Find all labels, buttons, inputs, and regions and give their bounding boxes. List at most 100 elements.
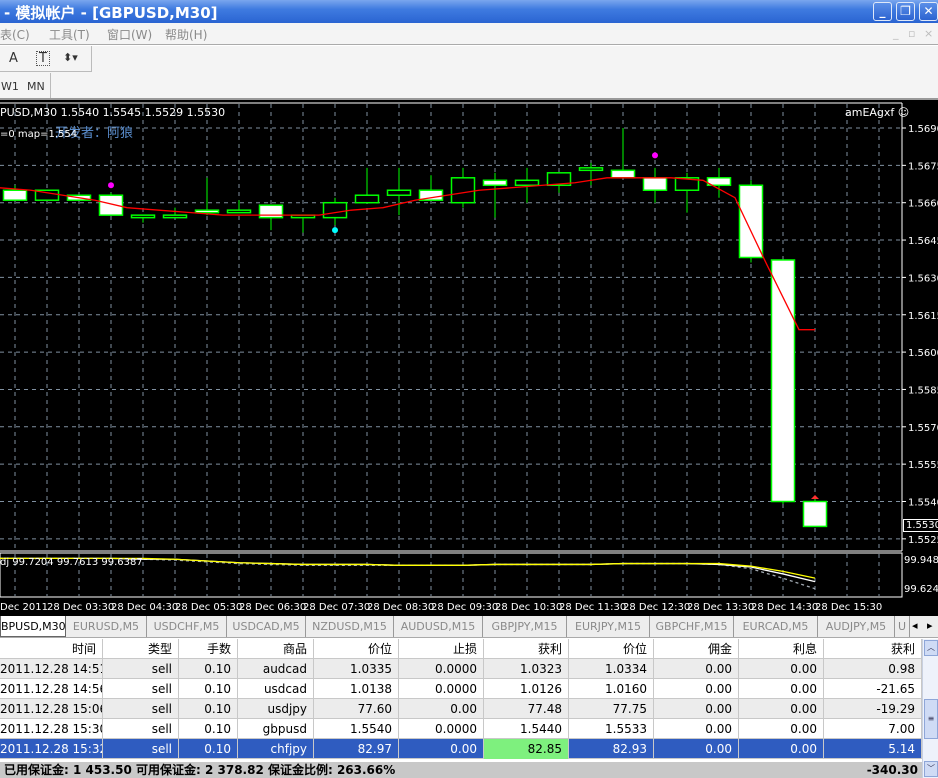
bear-candle bbox=[2, 189, 28, 201]
text-label-tool-button[interactable]: T bbox=[36, 51, 50, 66]
table-row[interactable]: 2011.12.28 14:56 sell 0.10 usdcad 1.0138 0.00… bbox=[0, 679, 922, 699]
table-cell: 1.0160 bbox=[569, 679, 654, 699]
table-cell: 0.00 bbox=[739, 679, 824, 699]
price-tick-label: 1.5540 bbox=[908, 498, 938, 509]
chart-tab[interactable]: EURJPY,M15 bbox=[567, 616, 650, 637]
bull-candle bbox=[578, 167, 604, 172]
table-cell: 82.97 bbox=[314, 739, 399, 759]
table-cell: 0.10 bbox=[179, 699, 238, 719]
indicator-header: dj 99.7204 99.7613 99.6387 bbox=[0, 557, 143, 568]
bull-candle bbox=[354, 194, 380, 204]
table-cell: chfjpy bbox=[238, 739, 314, 759]
menu-tools[interactable]: 工具(T) bbox=[49, 26, 90, 43]
timeframe-w1-button[interactable]: W1 bbox=[1, 80, 19, 93]
indicator-scale-bottom: 99.624 bbox=[904, 584, 938, 595]
text-tool-button[interactable]: A bbox=[9, 51, 18, 66]
table-cell: 2011.12.28 15:06 bbox=[0, 699, 103, 719]
table-cell: 0.0000 bbox=[399, 659, 484, 679]
column-header[interactable]: 获利 bbox=[824, 639, 922, 659]
price-tick-label: 1.5675 bbox=[908, 161, 938, 172]
column-header[interactable]: 类型 bbox=[103, 639, 179, 659]
table-cell: sell bbox=[103, 699, 179, 719]
restore-button[interactable]: ❐ bbox=[896, 2, 915, 21]
trade-arrow-icon bbox=[811, 495, 819, 500]
table-cell: gbpusd bbox=[238, 719, 314, 739]
price-tick-label: 1.5555 bbox=[908, 460, 938, 471]
ea-label: amEAgxf ☺ bbox=[845, 106, 910, 119]
table-cell: 0.00 bbox=[739, 699, 824, 719]
table-row[interactable]: 2011.12.28 15:32 sell 0.10 chfjpy 82.97 0.00 8… bbox=[0, 739, 922, 759]
table-row[interactable]: 2011.12.28 14:51 sell 0.10 audcad 1.0335 0.00… bbox=[0, 659, 922, 679]
time-axis-label: 28 Dec 15:30 bbox=[815, 602, 882, 613]
column-header[interactable]: 时间 bbox=[0, 639, 103, 659]
table-cell: sell bbox=[103, 659, 179, 679]
close-button[interactable]: ✕ bbox=[919, 2, 938, 21]
scroll-up-button[interactable]: ︿ bbox=[924, 640, 938, 656]
chart-tab[interactable]: BPUSD,M30 bbox=[0, 616, 66, 637]
tab-scroll-right-icon[interactable]: ▸ bbox=[927, 619, 933, 632]
mdi-restore-icon[interactable]: ▫ bbox=[908, 27, 915, 40]
table-row[interactable]: 2011.12.28 15:06 sell 0.10 usdjpy 77.60 0.00 7… bbox=[0, 699, 922, 719]
table-cell: sell bbox=[103, 739, 179, 759]
chart-tab[interactable]: EURCAD,M5 bbox=[734, 616, 818, 637]
mdi-minimize-icon[interactable]: _ bbox=[893, 27, 899, 40]
column-header[interactable]: 手数 bbox=[179, 639, 238, 659]
chart-tab[interactable]: EURUSD,M5 bbox=[66, 616, 147, 637]
menu-charts[interactable]: 表(C) bbox=[0, 26, 30, 43]
mdi-close-icon[interactable]: × bbox=[924, 27, 933, 40]
arrows-tool-dropdown[interactable]: ⬍▾ bbox=[63, 51, 78, 64]
bear-candle bbox=[482, 179, 508, 187]
menu-window[interactable]: 窗口(W) bbox=[107, 26, 152, 43]
table-cell: 0.00 bbox=[654, 659, 739, 679]
chart-tab[interactable]: U bbox=[895, 616, 910, 637]
minimize-button[interactable]: _ bbox=[873, 2, 892, 21]
time-axis-label: 28 Dec 07:30 bbox=[303, 602, 370, 613]
table-row[interactable]: 2011.12.28 15:30 sell 0.10 gbpusd 1.5540 0.00… bbox=[0, 719, 922, 739]
time-axis-label: 28 Dec 03:30 bbox=[47, 602, 114, 613]
chart-tab[interactable]: GBPCHF,M15 bbox=[650, 616, 734, 637]
table-scrollbar[interactable]: ︿ ≡ ﹀ bbox=[922, 639, 938, 778]
indicator-scale-top: 99.9483 bbox=[904, 555, 938, 566]
table-cell: 1.0335 bbox=[314, 659, 399, 679]
table-cell: 2011.12.28 14:56 bbox=[0, 679, 103, 699]
signal-dot-marker bbox=[332, 227, 338, 234]
time-axis-label: 28 Dec 08:30 bbox=[367, 602, 434, 613]
column-header[interactable]: 止损 bbox=[399, 639, 484, 659]
table-cell: 5.14 bbox=[824, 739, 922, 759]
time-axis-label: 28 Dec 09:30 bbox=[431, 602, 498, 613]
scroll-down-button[interactable]: ﹀ bbox=[924, 761, 938, 777]
table-cell: sell bbox=[103, 719, 179, 739]
chart-tab[interactable]: USDCAD,M5 bbox=[227, 616, 306, 637]
table-cell: usdjpy bbox=[238, 699, 314, 719]
table-cell: 0.10 bbox=[179, 679, 238, 699]
price-chart[interactable]: 1.5690 1.5675 1.5660 1.5645 1.5630 1.5615 1.56… bbox=[0, 100, 938, 616]
bear-candle bbox=[642, 177, 668, 192]
timeframe-mn-button[interactable]: MN bbox=[27, 80, 45, 93]
window-title: - 模拟帐户 - [GBPUSD,M30] bbox=[4, 4, 218, 22]
chart-tab[interactable]: GBPJPY,M15 bbox=[483, 616, 567, 637]
table-cell: 0.00 bbox=[654, 719, 739, 739]
column-header[interactable]: 价位 bbox=[569, 639, 654, 659]
chart-tab[interactable]: AUDUSD,M15 bbox=[394, 616, 483, 637]
menu-help[interactable]: 帮助(H) bbox=[165, 26, 207, 43]
column-header[interactable]: 利息 bbox=[739, 639, 824, 659]
table-cell: 0.00 bbox=[739, 659, 824, 679]
scroll-thumb[interactable]: ≡ bbox=[924, 699, 938, 739]
time-axis-label: Dec 2011 bbox=[0, 602, 48, 613]
bull-candle bbox=[450, 177, 476, 204]
current-price-label: 1.5530 bbox=[903, 519, 938, 532]
chart-tab[interactable]: AUDJPY,M5 bbox=[818, 616, 895, 637]
bear-candle bbox=[802, 500, 828, 528]
chart-tab[interactable]: NZDUSD,M15 bbox=[306, 616, 394, 637]
column-header[interactable]: 获利 bbox=[484, 639, 569, 659]
table-cell: 1.5533 bbox=[569, 719, 654, 739]
drawing-toolbar: A T ⬍▾ bbox=[0, 46, 938, 73]
column-header[interactable]: 佣金 bbox=[654, 639, 739, 659]
tab-scroll-left-icon[interactable]: ◂ bbox=[912, 619, 918, 632]
column-header[interactable]: 商品 bbox=[238, 639, 314, 659]
time-axis-label: 28 Dec 12:30 bbox=[623, 602, 690, 613]
column-header[interactable]: 价位 bbox=[314, 639, 399, 659]
chart-window[interactable]: 1.5690 1.5675 1.5660 1.5645 1.5630 1.5615 1.56… bbox=[0, 100, 938, 616]
table-cell: 0.00 bbox=[399, 739, 484, 759]
chart-tab[interactable]: USDCHF,M5 bbox=[147, 616, 227, 637]
